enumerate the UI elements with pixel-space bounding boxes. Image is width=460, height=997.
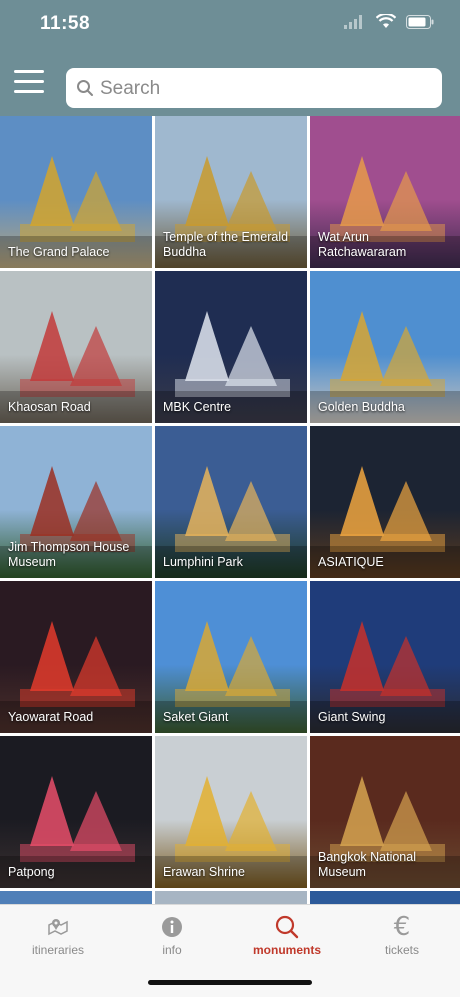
monument-tile[interactable]: ASIATIQUE bbox=[310, 426, 460, 578]
monument-tile[interactable]: Golden Buddha bbox=[310, 271, 460, 423]
monument-tile[interactable] bbox=[310, 891, 460, 904]
tab-tickets[interactable]: € tickets bbox=[352, 912, 452, 957]
map-pin-icon bbox=[8, 913, 108, 941]
monument-label: Lumphini Park bbox=[163, 555, 243, 569]
tab-label: info bbox=[162, 943, 182, 957]
tab-info[interactable]: info bbox=[122, 913, 222, 957]
monument-label: Khaosan Road bbox=[8, 400, 91, 414]
monument-tile[interactable]: Yaowarat Road bbox=[0, 581, 152, 733]
monument-label: The Grand Palace bbox=[8, 245, 110, 259]
euro-icon: € bbox=[393, 912, 411, 942]
status-bar: 11:58 bbox=[0, 0, 460, 48]
tab-label: monuments bbox=[252, 943, 321, 957]
tab-itineraries[interactable]: itineraries bbox=[8, 913, 108, 957]
status-icons bbox=[344, 12, 434, 34]
search-icon bbox=[237, 913, 337, 941]
monument-photo bbox=[155, 891, 307, 904]
tab-label: tickets bbox=[384, 943, 419, 957]
tab-label: itineraries bbox=[31, 943, 85, 957]
monument-tile[interactable]: Bangkok National Museum bbox=[310, 736, 460, 888]
search-input[interactable] bbox=[98, 68, 432, 110]
search-icon bbox=[77, 80, 93, 96]
wifi-icon bbox=[375, 12, 397, 34]
monument-tile[interactable]: Lumphini Park bbox=[155, 426, 307, 578]
monument-tile[interactable]: MBK Centre bbox=[155, 271, 307, 423]
monument-label: Yaowarat Road bbox=[8, 710, 94, 724]
signal-icon bbox=[344, 14, 366, 34]
monument-label: Wat Arun Ratchawararam bbox=[318, 230, 407, 259]
monument-tile[interactable]: Wat Arun Ratchawararam bbox=[310, 116, 460, 268]
monument-label: Patpong bbox=[8, 865, 55, 879]
monument-tile[interactable]: Khaosan Road bbox=[0, 271, 152, 423]
monument-label: Saket Giant bbox=[163, 710, 229, 724]
monument-tile[interactable]: Patpong bbox=[0, 736, 152, 888]
info-icon bbox=[122, 913, 222, 941]
battery-icon bbox=[406, 14, 434, 34]
monument-grid: The Grand Palace Temple of the Emerald Bu… bbox=[0, 116, 460, 904]
tab-monuments[interactable]: monuments bbox=[237, 913, 337, 957]
monument-tile[interactable]: Giant Swing bbox=[310, 581, 460, 733]
monument-tile[interactable]: Saket Giant bbox=[155, 581, 307, 733]
monument-tile[interactable]: The Grand Palace bbox=[0, 116, 152, 268]
monument-photo bbox=[310, 891, 460, 904]
monument-photo bbox=[0, 891, 152, 904]
monument-label: Bangkok National Museum bbox=[318, 850, 416, 879]
monument-tile[interactable]: Erawan Shrine bbox=[155, 736, 307, 888]
top-bar bbox=[0, 48, 460, 116]
monument-label: Golden Buddha bbox=[318, 400, 405, 414]
status-time: 11:58 bbox=[40, 13, 91, 34]
hamburger-menu-icon[interactable] bbox=[14, 70, 44, 96]
monument-label: Jim Thompson House Museum bbox=[8, 540, 130, 569]
monument-tile[interactable]: Jim Thompson House Museum bbox=[0, 426, 152, 578]
monument-tile[interactable] bbox=[155, 891, 307, 904]
monument-label: Erawan Shrine bbox=[163, 865, 245, 879]
monument-label: Temple of the Emerald Buddha bbox=[163, 230, 289, 259]
monument-label: MBK Centre bbox=[163, 400, 232, 414]
home-indicator bbox=[148, 980, 312, 985]
monument-label: Giant Swing bbox=[318, 710, 386, 724]
monument-tile[interactable] bbox=[0, 891, 152, 904]
search-bar[interactable] bbox=[66, 68, 442, 110]
monument-label: ASIATIQUE bbox=[318, 555, 384, 569]
monument-tile[interactable]: Temple of the Emerald Buddha bbox=[155, 116, 307, 268]
